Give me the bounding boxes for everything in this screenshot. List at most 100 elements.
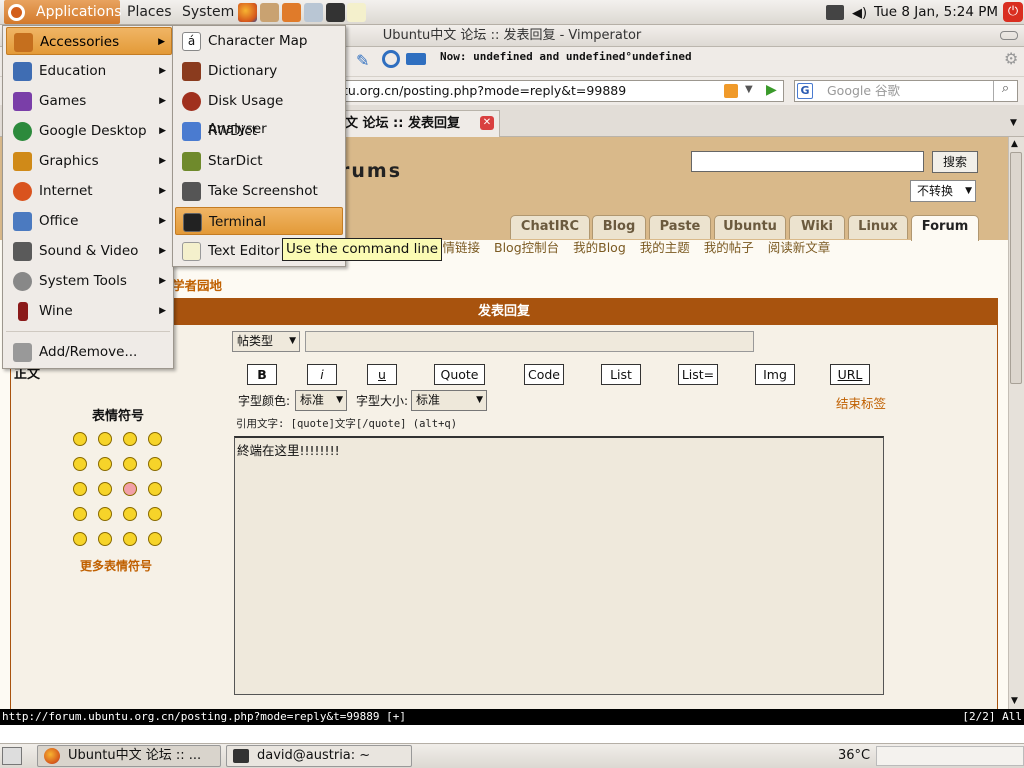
url-dropdown-icon[interactable]: ▼ [745, 84, 753, 95]
surprised-emoticon-icon[interactable] [148, 432, 162, 446]
breadcrumb[interactable]: 学者园地 [172, 275, 222, 294]
more-emoticons-link[interactable]: 更多表情符号 [80, 557, 152, 574]
font-color-select[interactable]: 标准 ▼ [295, 390, 347, 411]
menu-item-sound-video[interactable]: Sound & Video ▶ [6, 237, 172, 265]
laugh-emoticon-icon[interactable] [148, 457, 162, 471]
network-icon[interactable] [826, 5, 844, 20]
scroll-up-icon[interactable]: ▲ [1011, 139, 1018, 149]
list-numbered-button[interactable]: List= [678, 364, 718, 385]
razz-emoticon-icon[interactable] [98, 482, 112, 496]
sad-emoticon-icon[interactable] [123, 432, 137, 446]
menu-item-system-tools[interactable]: System Tools ▶ [6, 267, 172, 295]
editor-launcher-icon[interactable] [304, 3, 323, 22]
wink-emoticon-icon[interactable] [148, 507, 162, 521]
menu-item-accessories[interactable]: Accessories ▶ [6, 27, 172, 55]
mad-emoticon-icon[interactable] [73, 482, 87, 496]
google-engine-icon[interactable]: G [797, 83, 813, 99]
scroll-down-icon[interactable]: ▼ [1011, 696, 1018, 706]
places-menu-button[interactable]: Places [121, 0, 178, 24]
post-type-select[interactable]: 帖类型 ▼ [232, 331, 300, 352]
question-emoticon-icon[interactable] [98, 532, 112, 546]
taskbar-firefox[interactable]: Ubuntu中文 论坛 :: ... [37, 745, 221, 767]
address-bar[interactable]: tu.org.cn/posting.php?mode=reply&t=99889 [330, 80, 784, 102]
menu-item-take-screenshot[interactable]: Take Screenshot [175, 177, 343, 205]
tab-ubuntu[interactable]: Ubuntu [714, 215, 786, 239]
nav-link-blog-console[interactable]: Blog控制台 [494, 240, 559, 255]
app-launcher-icon[interactable] [282, 3, 301, 22]
idea-emoticon-icon[interactable] [123, 532, 137, 546]
system-menu-button[interactable]: System [176, 0, 240, 24]
terminal-launcher-icon[interactable] [326, 3, 345, 22]
menu-item-games[interactable]: Games ▶ [6, 87, 172, 115]
settings-gear-icon[interactable]: ⚙ [1004, 49, 1018, 68]
sync-icon[interactable] [382, 50, 400, 68]
tab-blog[interactable]: Blog [592, 215, 646, 239]
image-button[interactable]: Img [755, 364, 795, 385]
menu-item-dictionary[interactable]: Dictionary [175, 57, 343, 85]
underline-button[interactable]: u [367, 364, 397, 385]
tab-paste[interactable]: Paste [649, 215, 711, 239]
menu-item-rwdict[interactable]: RWDict [175, 117, 343, 145]
clock[interactable]: Tue 8 Jan, 5:24 PM [874, 0, 998, 24]
command-line[interactable] [0, 725, 1024, 743]
exclaim-emoticon-icon[interactable] [73, 532, 87, 546]
menu-item-education[interactable]: Education ▶ [6, 57, 172, 85]
embarrassed-emoticon-icon[interactable] [123, 482, 137, 496]
input-method-bar[interactable] [876, 746, 1024, 766]
code-button[interactable]: Code [524, 364, 564, 385]
wrench-icon[interactable]: ✎ [356, 51, 369, 70]
volume-icon[interactable]: ◀) [852, 6, 867, 21]
rss-feed-icon[interactable] [724, 84, 738, 98]
message-textarea[interactable]: 終端在这里!!!!!!!! [234, 436, 884, 695]
list-button[interactable]: List [601, 364, 641, 385]
menu-item-google-desktop[interactable]: Google Desktop ▶ [6, 117, 172, 145]
nav-link-my-topics[interactable]: 我的主题 [640, 240, 690, 255]
twisted-emoticon-icon[interactable] [98, 507, 112, 521]
scrollbar-thumb[interactable] [1010, 152, 1022, 384]
menu-item-add-remove[interactable]: Add/Remove... [6, 338, 172, 366]
menu-item-office[interactable]: Office ▶ [6, 207, 172, 235]
camera-icon[interactable] [406, 53, 426, 65]
close-tags-link[interactable]: 结束标签 [836, 393, 886, 412]
tab-chatirc[interactable]: ChatIRC [510, 215, 590, 239]
forum-search-input[interactable] [691, 151, 924, 172]
arrow-emoticon-icon[interactable] [148, 532, 162, 546]
window-control-icon[interactable] [1000, 31, 1018, 40]
font-size-select[interactable]: 标准 ▼ [411, 390, 487, 411]
bold-button[interactable]: B [247, 364, 277, 385]
confused-emoticon-icon[interactable] [98, 457, 112, 471]
quote-button[interactable]: Quote [434, 364, 485, 385]
search-input[interactable]: Google 谷歌 [794, 80, 1018, 102]
cool-emoticon-icon[interactable] [123, 457, 137, 471]
convert-select[interactable]: 不转换 ▼ [910, 180, 976, 202]
power-icon[interactable]: ⏻ [1003, 2, 1023, 22]
evil-emoticon-icon[interactable] [73, 507, 87, 521]
tab-close-icon[interactable]: ✕ [480, 116, 494, 130]
menu-item-stardict[interactable]: StarDict [175, 147, 343, 175]
notes-launcher-icon[interactable] [347, 3, 366, 22]
firefox-launcher-icon[interactable] [238, 3, 257, 22]
show-desktop-icon[interactable] [2, 747, 22, 765]
menu-item-terminal[interactable]: Terminal [175, 207, 343, 235]
shocked-emoticon-icon[interactable] [73, 457, 87, 471]
smile-emoticon-icon[interactable] [73, 432, 87, 446]
menu-item-character-map[interactable]: á Character Map [175, 27, 343, 55]
italic-button[interactable]: i [307, 364, 337, 385]
mail-launcher-icon[interactable] [260, 3, 279, 22]
subject-input[interactable] [305, 331, 754, 352]
search-magnifier-icon[interactable]: ⌕ [993, 81, 1017, 101]
cry-emoticon-icon[interactable] [148, 482, 162, 496]
grin-emoticon-icon[interactable] [98, 432, 112, 446]
menu-item-graphics[interactable]: Graphics ▶ [6, 147, 172, 175]
tab-forum-reply[interactable]: 文 论坛 :: 发表回复 [340, 110, 500, 137]
tab-list-icon[interactable]: ▼ [1010, 118, 1017, 128]
tab-forum[interactable]: Forum [911, 215, 979, 241]
nav-link-my-posts[interactable]: 我的帖子 [704, 240, 754, 255]
tab-wiki[interactable]: Wiki [789, 215, 845, 239]
menu-item-disk-usage-analyser[interactable]: Disk Usage Analyser [175, 87, 343, 137]
go-arrow-icon[interactable]: ▶ [766, 82, 777, 98]
nav-link-new-posts[interactable]: 阅读新文章 [768, 240, 831, 255]
rolleyes-emoticon-icon[interactable] [123, 507, 137, 521]
menu-item-wine[interactable]: Wine ▶ [6, 297, 172, 325]
taskbar-terminal[interactable]: david@austria: ~ [226, 745, 412, 767]
